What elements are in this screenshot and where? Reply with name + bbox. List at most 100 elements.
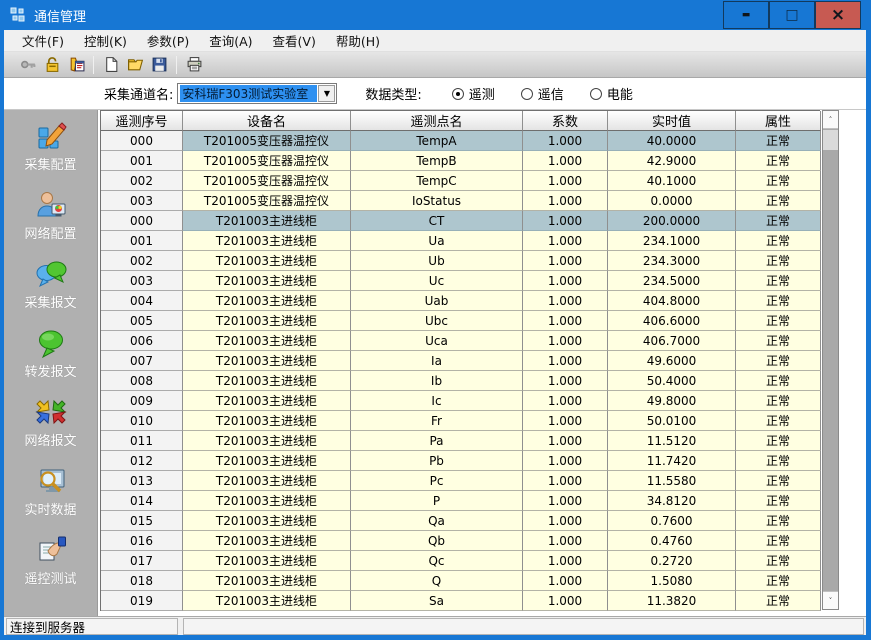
minimize-button[interactable]: ▬ [723, 1, 769, 29]
column-header-5[interactable]: 属性 [736, 111, 821, 131]
cell-attr: 正常 [736, 411, 821, 431]
radio-circle-icon[interactable] [521, 88, 533, 100]
table-header-row: 遥测序号设备名遥测点名系数实时值属性 [101, 111, 820, 131]
sidebar-item-1[interactable]: 采集配置 [6, 120, 96, 189]
title-bar: 通信管理 ▬ □ × [4, 0, 866, 30]
table-row[interactable]: 005T201003主进线柜Ubc1.000406.6000正常 [101, 311, 820, 331]
lock-icon[interactable] [40, 54, 64, 76]
table-row[interactable]: 002T201005变压器温控仪TempC1.00040.1000正常 [101, 171, 820, 191]
cell-attr: 正常 [736, 471, 821, 491]
table-row[interactable]: 013T201003主进线柜Pc1.00011.5580正常 [101, 471, 820, 491]
cell-point: Fr [351, 411, 523, 431]
column-header-4[interactable]: 实时值 [608, 111, 736, 131]
table-row[interactable]: 003T201003主进线柜Uc1.000234.5000正常 [101, 271, 820, 291]
radio-电能[interactable]: 电能 [590, 84, 633, 103]
table-row[interactable]: 011T201003主进线柜Pa1.00011.5120正常 [101, 431, 820, 451]
cell-attr: 正常 [736, 291, 821, 311]
cell-coef: 1.000 [523, 531, 608, 551]
table-row[interactable]: 003T201005变压器温控仪IoStatus1.0000.0000正常 [101, 191, 820, 211]
column-header-2[interactable]: 遥测点名 [351, 111, 523, 131]
table-row[interactable]: 006T201003主进线柜Uca1.000406.7000正常 [101, 331, 820, 351]
table-row[interactable]: 000T201005变压器温控仪TempA1.00040.0000正常 [101, 131, 820, 151]
save-icon[interactable] [147, 54, 171, 76]
table-row[interactable]: 014T201003主进线柜P1.00034.8120正常 [101, 491, 820, 511]
table-row[interactable]: 010T201003主进线柜Fr1.00050.0100正常 [101, 411, 820, 431]
table-row[interactable]: 002T201003主进线柜Ub1.000234.3000正常 [101, 251, 820, 271]
config-tag-icon[interactable] [64, 54, 88, 76]
cell-coef: 1.000 [523, 291, 608, 311]
scroll-up-icon[interactable]: ˄ [823, 111, 838, 129]
sidebar-item-label: 网络报文 [24, 430, 76, 449]
scroll-down-icon[interactable]: ˅ [823, 591, 838, 609]
close-button[interactable]: × [815, 1, 861, 29]
cell-point: TempB [351, 151, 523, 171]
print-icon[interactable] [182, 54, 206, 76]
sidebar-item-7[interactable]: 遥控测试 [6, 534, 96, 603]
table-row[interactable]: 007T201003主进线柜Ia1.00049.6000正常 [101, 351, 820, 371]
menu-item-1[interactable]: 控制(K) [74, 29, 137, 52]
channel-combobox[interactable]: 安科瑞F303测试实验室 ▼ [177, 83, 337, 104]
sidebar-item-2[interactable]: 网络配置 [6, 189, 96, 258]
vertical-scrollbar[interactable]: ˄ ˅ [822, 110, 839, 610]
datatype-label: 数据类型: [365, 84, 421, 103]
radio-遥信[interactable]: 遥信 [521, 84, 564, 103]
scrollbar-thumb[interactable] [823, 130, 838, 150]
key-icon[interactable] [16, 54, 40, 76]
cell-coef: 1.000 [523, 131, 608, 151]
cell-device: T201003主进线柜 [183, 211, 351, 231]
sidebar-item-6[interactable]: 实时数据 [6, 465, 96, 534]
toolbar-separator [176, 56, 177, 74]
radio-circle-icon[interactable] [452, 88, 464, 100]
menu-item-5[interactable]: 帮助(H) [326, 29, 390, 52]
cell-device: T201003主进线柜 [183, 431, 351, 451]
column-header-3[interactable]: 系数 [523, 111, 608, 131]
table-row[interactable]: 019T201003主进线柜Sa1.00011.3820正常 [101, 591, 820, 611]
table-row[interactable]: 001T201003主进线柜Ua1.000234.1000正常 [101, 231, 820, 251]
cell-value: 0.7600 [608, 511, 736, 531]
cell-point: Ic [351, 391, 523, 411]
remote-test-icon [35, 534, 67, 566]
open-folder-icon[interactable] [123, 54, 147, 76]
cell-device: T201003主进线柜 [183, 331, 351, 351]
cell-point: CT [351, 211, 523, 231]
cell-device: T201003主进线柜 [183, 471, 351, 491]
new-file-icon[interactable] [99, 54, 123, 76]
table-row[interactable]: 017T201003主进线柜Qc1.0000.2720正常 [101, 551, 820, 571]
column-header-1[interactable]: 设备名 [183, 111, 351, 131]
radio-circle-icon[interactable] [590, 88, 602, 100]
cell-attr: 正常 [736, 571, 821, 591]
cell-point: Sa [351, 591, 523, 611]
table-row[interactable]: 016T201003主进线柜Qb1.0000.4760正常 [101, 531, 820, 551]
table-row[interactable]: 009T201003主进线柜Ic1.00049.8000正常 [101, 391, 820, 411]
cell-seq: 016 [101, 531, 183, 551]
cell-seq: 001 [101, 151, 183, 171]
cell-attr: 正常 [736, 271, 821, 291]
chevron-down-icon[interactable]: ▼ [318, 85, 335, 102]
sidebar-item-3[interactable]: 采集报文 [6, 258, 96, 327]
menu-item-3[interactable]: 查询(A) [199, 29, 262, 52]
menu-item-2[interactable]: 参数(P) [137, 29, 199, 52]
cell-device: T201003主进线柜 [183, 551, 351, 571]
table-row[interactable]: 012T201003主进线柜Pb1.00011.7420正常 [101, 451, 820, 471]
channel-label: 采集通道名: [104, 84, 173, 103]
menu-item-4[interactable]: 查看(V) [263, 29, 326, 52]
table-row[interactable]: 000T201003主进线柜CT1.000200.0000正常 [101, 211, 820, 231]
table-row[interactable]: 018T201003主进线柜Q1.0001.5080正常 [101, 571, 820, 591]
cell-seq: 018 [101, 571, 183, 591]
menu-item-0[interactable]: 文件(F) [12, 29, 74, 52]
cell-point: Ua [351, 231, 523, 251]
table-row[interactable]: 008T201003主进线柜Ib1.00050.4000正常 [101, 371, 820, 391]
cell-value: 11.7420 [608, 451, 736, 471]
radio-遥测[interactable]: 遥测 [452, 84, 495, 103]
cell-coef: 1.000 [523, 311, 608, 331]
cell-seq: 003 [101, 271, 183, 291]
column-header-0[interactable]: 遥测序号 [101, 111, 183, 131]
sidebar-item-4[interactable]: 转发报文 [6, 327, 96, 396]
cell-attr: 正常 [736, 551, 821, 571]
table-row[interactable]: 004T201003主进线柜Uab1.000404.8000正常 [101, 291, 820, 311]
table-row[interactable]: 015T201003主进线柜Qa1.0000.7600正常 [101, 511, 820, 531]
sidebar-item-5[interactable]: 网络报文 [6, 396, 96, 465]
table-row[interactable]: 001T201005变压器温控仪TempB1.00042.9000正常 [101, 151, 820, 171]
maximize-button[interactable]: □ [769, 1, 815, 29]
cell-attr: 正常 [736, 191, 821, 211]
